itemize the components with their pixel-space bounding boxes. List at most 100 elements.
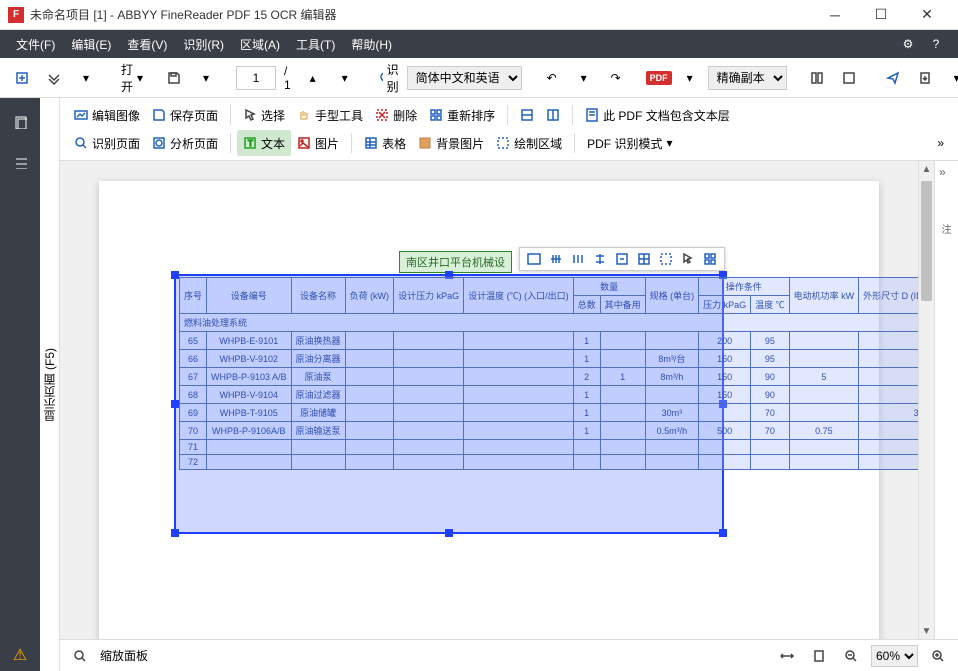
menu-file[interactable]: 文件(F) xyxy=(8,32,63,57)
menu-bar: 文件(F) 编辑(E) 查看(V) 识别(R) 区域(A) 工具(T) 帮助(H… xyxy=(0,30,958,58)
mini-merge-icon[interactable] xyxy=(612,249,632,269)
menu-tools[interactable]: 工具(T) xyxy=(288,32,343,57)
table-row: 69WHPB-T-9105原油储罐130m³703.5x3.5x3.248003… xyxy=(180,404,919,422)
send-button[interactable] xyxy=(879,64,907,92)
menu-region[interactable]: 区域(A) xyxy=(232,32,288,57)
menu-recognize[interactable]: 识别(R) xyxy=(175,32,232,57)
new-button[interactable] xyxy=(8,64,36,92)
mini-dashed-icon[interactable] xyxy=(656,249,676,269)
window-title: 未命名项目 [1] - ABBYY FineReader PDF 15 OCR … xyxy=(30,6,337,23)
save-dropdown[interactable]: ▾ xyxy=(192,64,220,92)
pdf-badge-icon: PDF xyxy=(646,71,672,85)
scroll-down-icon[interactable]: ▼ xyxy=(919,623,934,639)
page-down-button[interactable]: ▾ xyxy=(331,64,359,92)
mini-text-icon[interactable] xyxy=(524,249,544,269)
mini-split-h-icon[interactable] xyxy=(546,249,566,269)
text-tool[interactable]: T文本 xyxy=(237,130,291,156)
bg-image-tool[interactable]: 背景图片 xyxy=(412,130,490,156)
vertical-scrollbar[interactable]: ▲ ▼ xyxy=(918,161,934,639)
language-select[interactable]: 简体中文和英语 xyxy=(407,66,522,90)
left-sidebar: ⚠ xyxy=(0,98,40,671)
mini-split-v-icon[interactable] xyxy=(590,249,610,269)
image-tool[interactable]: 图片 xyxy=(291,130,345,156)
resize-handle-sw[interactable] xyxy=(171,529,179,537)
resize-handle-se[interactable] xyxy=(719,529,727,537)
mini-pointer-icon[interactable] xyxy=(678,249,698,269)
menu-edit[interactable]: 编辑(E) xyxy=(63,32,119,57)
zoom-in-icon[interactable] xyxy=(926,644,950,668)
fit-width-icon[interactable] xyxy=(775,644,799,668)
table-row: 65WHPB-E-9101原油换热器120095Φ0.6x4.5 xyxy=(180,332,919,350)
resize-handle-w[interactable] xyxy=(171,400,179,408)
mini-grid-icon[interactable] xyxy=(700,249,720,269)
page-up-button[interactable]: ▴ xyxy=(299,64,327,92)
delete-button[interactable]: 删除 xyxy=(369,102,423,128)
scroll-thumb[interactable] xyxy=(921,181,932,301)
menu-help[interactable]: 帮助(H) xyxy=(343,32,400,57)
margin-note-char: 注 xyxy=(935,221,958,236)
hand-tool[interactable]: 手型工具 xyxy=(291,102,369,128)
select-tool[interactable]: 选择 xyxy=(237,102,291,128)
view-mode-2[interactable] xyxy=(835,64,863,92)
redo-button[interactable]: ↷ xyxy=(602,64,630,92)
recognize-button[interactable]: 识别 xyxy=(375,64,403,92)
table-row: 70WHPB-P-9106A/B原油输送泵10.5m³/h500700.751x… xyxy=(180,422,919,440)
document-page[interactable]: 南区井口平台机械设 xyxy=(99,181,879,639)
undo-dropdown[interactable]: ▾ xyxy=(570,64,598,92)
zoom-select[interactable]: 60% xyxy=(871,645,918,667)
export-button[interactable] xyxy=(911,64,939,92)
edit-image-button[interactable]: 编辑图像 xyxy=(68,102,146,128)
recognize-page-button[interactable]: 识别页面 xyxy=(68,130,146,156)
draw-region-tool[interactable]: 绘制区域 xyxy=(490,130,568,156)
table-row: 71 xyxy=(180,440,919,455)
tags-dropdown[interactable]: ▾ xyxy=(72,64,100,92)
warning-icon[interactable]: ⚠ xyxy=(4,639,36,671)
main-toolbar: ▾ 打开 ▾ ▾ / 1 ▴ ▾ 识别 简体中文和英语 ↶ ▾ ↷ PDF ▾ … xyxy=(0,58,958,98)
maximize-button[interactable]: ☐ xyxy=(858,0,904,30)
layout-select[interactable]: 精确副本 xyxy=(708,66,787,90)
view-mode-1[interactable] xyxy=(803,64,831,92)
pdf-mode-dropdown[interactable]: PDF 识别模式 ▾ xyxy=(581,130,678,156)
settings-icon[interactable]: ⚙ xyxy=(894,30,922,58)
grid-button-2[interactable] xyxy=(540,102,566,128)
minimize-button[interactable]: ─ xyxy=(812,0,858,30)
fit-page-icon[interactable] xyxy=(807,644,831,668)
export-dropdown[interactable]: ▾ xyxy=(943,64,958,92)
tags-button[interactable] xyxy=(40,64,68,92)
resize-handle-nw[interactable] xyxy=(171,271,179,279)
zoom-tool-icon[interactable] xyxy=(68,644,92,668)
canvas-scroll[interactable]: 南区井口平台机械设 xyxy=(60,161,918,639)
table-row: 68WHPB-V-9104原油过滤器115090Φ0.6x2 xyxy=(180,386,919,404)
resize-handle-s[interactable] xyxy=(445,529,453,537)
svg-text:T: T xyxy=(248,139,253,148)
table-section-row: 燃料油处理系统 xyxy=(180,314,919,332)
sub-toolbar: 编辑图像 保存页面 选择 手型工具 删除 重新排序 此 PDF 文档包含文本层 … xyxy=(60,98,958,161)
expand-right-icon[interactable]: » xyxy=(931,130,950,156)
table-tool[interactable]: 表格 xyxy=(358,130,412,156)
zoom-out-icon[interactable] xyxy=(839,644,863,668)
side-panel-label: 显示页面 (F5) xyxy=(41,348,58,421)
scroll-up-icon[interactable]: ▲ xyxy=(919,161,934,177)
mini-table-icon[interactable] xyxy=(634,249,654,269)
analyze-page-button[interactable]: 分析页面 xyxy=(146,130,224,156)
help-icon[interactable]: ? xyxy=(922,30,950,58)
side-panel[interactable]: 显示页面 (F5) xyxy=(40,98,60,671)
table-row: 72 xyxy=(180,455,919,470)
canvas-area: 南区井口平台机械设 xyxy=(60,161,958,639)
mini-bars-icon[interactable] xyxy=(568,249,588,269)
undo-button[interactable]: ↶ xyxy=(538,64,566,92)
pdf-dropdown[interactable]: ▾ xyxy=(676,64,704,92)
save-button[interactable] xyxy=(160,64,188,92)
page-number-input[interactable] xyxy=(236,66,276,90)
title-region[interactable]: 南区井口平台机械设 xyxy=(399,251,512,273)
open-button[interactable]: 打开 ▾ xyxy=(116,64,144,92)
close-button[interactable]: ✕ xyxy=(904,0,950,30)
pages-icon[interactable] xyxy=(4,106,36,138)
list-icon[interactable] xyxy=(4,146,36,178)
save-page-button[interactable]: 保存页面 xyxy=(146,102,224,128)
expand-panel-icon[interactable]: » xyxy=(939,165,946,179)
rearrange-button[interactable]: 重新排序 xyxy=(423,102,501,128)
menu-view[interactable]: 查看(V) xyxy=(119,32,175,57)
zoom-panel-label: 缩放面板 xyxy=(100,647,148,664)
grid-button-1[interactable] xyxy=(514,102,540,128)
